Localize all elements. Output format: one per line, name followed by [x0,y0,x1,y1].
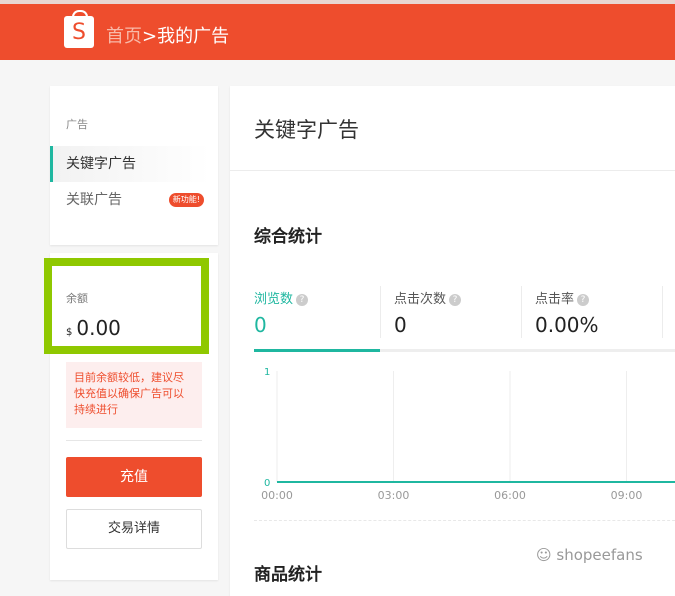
y-tick-label: 0 [264,478,270,489]
balance-label: 余额 [66,292,88,305]
watermark: ☺ shopeefans [536,546,643,564]
help-icon[interactable]: ? [296,294,309,306]
new-feature-badge: 新功能! [168,193,204,207]
help-icon[interactable]: ? [577,294,590,306]
divider [380,286,381,338]
metric-label: 点击次数 [394,292,447,307]
help-icon[interactable]: ? [449,294,462,306]
breadcrumb-separator: > [142,26,158,47]
balance-highlight: 余额 $0.00 [44,258,209,354]
sidebar-item-related-ads[interactable]: 关联广告 新功能! [50,182,210,218]
overview-title: 综合统计 [254,227,322,247]
divider [521,286,522,338]
x-tick-label: 06:00 [494,489,526,502]
breadcrumb-current: 我的广告 [157,26,230,47]
breadcrumb: 首页>我的广告 [106,22,229,48]
metric-tab-indicator [254,349,675,352]
top-up-button[interactable]: 充值 [66,457,202,497]
main-panel: 关键字广告 综合统计 浏览数? 0 点击次数? 0 点击率? 0.00% 00:00 0… [230,86,675,596]
divider [66,440,202,441]
metric-ctr[interactable]: 点击率? 0.00% [535,286,599,350]
wechat-icon: ☺ [536,546,557,564]
metric-label: 点击率 [535,292,575,307]
sidebar-section-label: 广告 [66,118,88,131]
sidebar-nav: 广告 关键字广告 关联广告 新功能! [50,86,218,245]
line-chart: 00:00 03:00 06:00 09:00 0 1 [261,367,675,502]
x-tick-label: 03:00 [378,489,410,502]
page-title: 关键字广告 [254,118,359,142]
x-tick-label: 09:00 [611,489,643,502]
y-tick-label: 1 [264,367,270,378]
metric-value: 0 [394,313,407,337]
metric-label: 浏览数 [254,292,294,307]
divider [230,170,675,171]
balance-value: 0.00 [76,316,121,340]
shopee-logo-icon[interactable]: S [64,10,94,48]
header: S 首页>我的广告 [0,4,675,60]
metric-value: 0 [254,313,267,337]
divider [254,520,675,521]
divider [662,286,663,338]
balance-amount: $0.00 [66,316,121,340]
currency-symbol: $ [66,327,73,338]
metric-views[interactable]: 浏览数? 0 [254,286,309,350]
metric-value: 0.00% [535,313,599,337]
watermark-text: shopeefans [556,546,643,564]
product-stats-title: 商品统计 [254,565,322,585]
x-tick-label: 00:00 [261,489,293,502]
breadcrumb-home[interactable]: 首页 [106,26,142,47]
sidebar-item-keyword-ads[interactable]: 关键字广告 [50,146,210,182]
sidebar-item-label: 关联广告 [66,192,122,208]
transaction-details-button[interactable]: 交易详情 [66,509,202,549]
low-balance-warning: 目前余额较低，建议尽快充值以确保广告可以持续进行 [66,362,202,428]
metric-clicks[interactable]: 点击次数? 0 [394,286,462,350]
